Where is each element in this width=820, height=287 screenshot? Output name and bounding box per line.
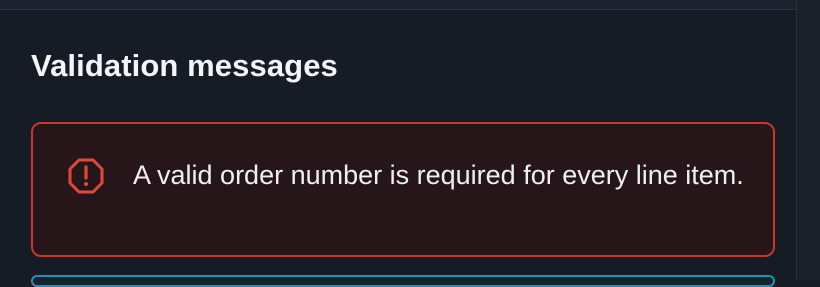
info-alert-partial bbox=[31, 275, 775, 287]
section-title: Validation messages bbox=[31, 48, 338, 83]
scrollbar-track[interactable] bbox=[796, 0, 820, 280]
error-alert: A valid order number is required for eve… bbox=[31, 122, 775, 257]
top-bar bbox=[0, 0, 820, 10]
alert-message: A valid order number is required for eve… bbox=[133, 160, 744, 190]
alert-octagon-icon bbox=[67, 157, 105, 195]
